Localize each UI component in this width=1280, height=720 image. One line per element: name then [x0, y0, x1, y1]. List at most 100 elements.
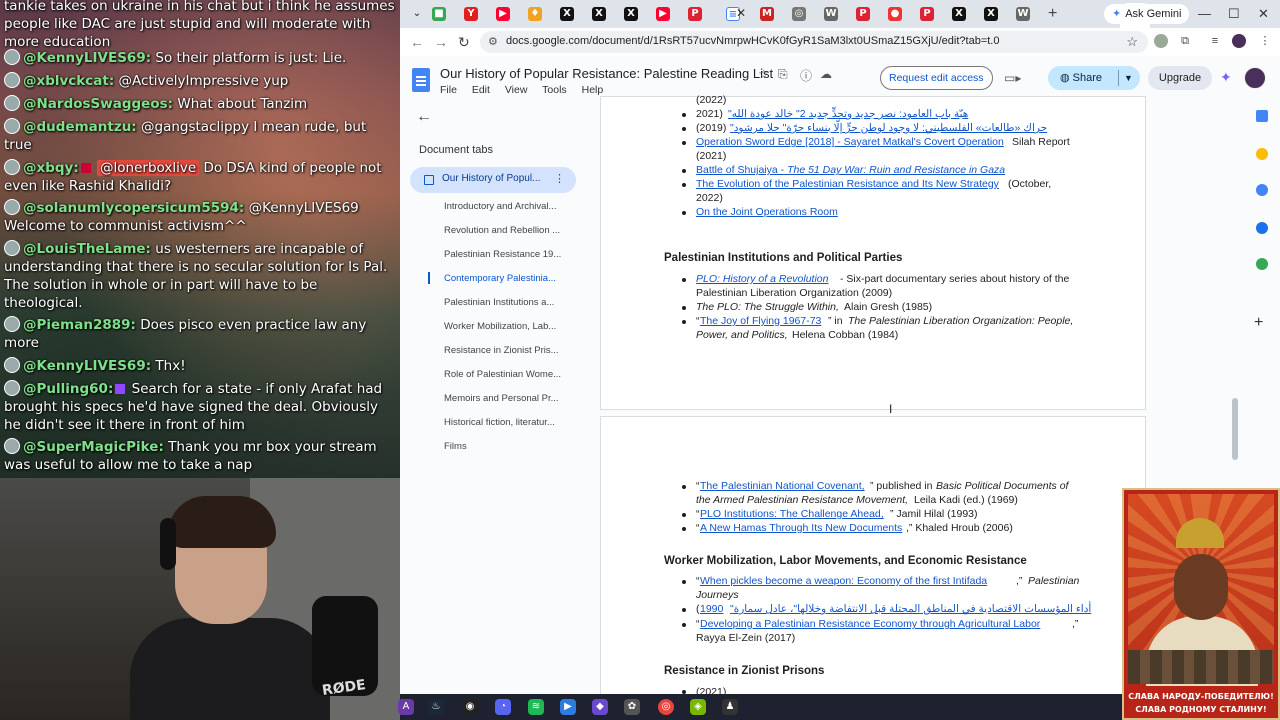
close-window-icon[interactable]: ✕ — [1258, 6, 1269, 22]
docs-logo-icon[interactable] — [412, 68, 430, 92]
address-bar[interactable]: ⚙ docs.google.com/document/d/1RsRT57ucvN… — [480, 31, 1148, 53]
subtab-revolution[interactable]: Revolution and Rebellion ... — [444, 225, 564, 236]
menu-edit[interactable]: Edit — [472, 84, 490, 96]
move-icon[interactable]: ⎘ — [778, 67, 788, 82]
site-info-icon[interactable]: ⚙ — [488, 35, 498, 48]
tab-icon[interactable]: ♦ — [528, 7, 542, 21]
upgrade-button[interactable]: Upgrade — [1148, 66, 1212, 90]
doc-link[interactable]: When pickles become a weapon: Economy of… — [700, 575, 987, 587]
menu-view[interactable]: View — [505, 84, 528, 96]
maps-icon[interactable] — [1256, 258, 1268, 270]
chrome-icon[interactable]: ◎ — [658, 699, 674, 715]
discord-icon[interactable]: ◔ — [495, 699, 511, 715]
doc-link[interactable]: Battle of Shujaiya - The 51 Day War: Rui… — [696, 164, 1005, 176]
taskbar-app-icon[interactable]: ▶ — [560, 699, 576, 715]
gemini-sparkle-icon[interactable]: ✦ — [1220, 69, 1232, 86]
share-button[interactable]: ◍ Share ▼ — [1048, 66, 1140, 90]
doc-link[interactable]: The Joy of Flying 1967-73 — [700, 315, 821, 327]
profile-avatar-icon[interactable] — [1232, 34, 1246, 48]
doc-link[interactable]: PLO: History of a Revolution — [696, 273, 828, 285]
tasks-icon[interactable] — [1256, 184, 1268, 196]
maximize-icon[interactable]: ☐ — [1228, 6, 1240, 22]
subtab-resistance-19[interactable]: Palestinian Resistance 19... — [444, 249, 564, 260]
close-tab-icon[interactable]: ✕ — [736, 6, 746, 20]
bookmark-star-icon[interactable]: ☆ — [1126, 34, 1138, 50]
x-tab-icon[interactable]: X — [624, 7, 638, 21]
minimize-icon[interactable]: — — [1198, 6, 1211, 21]
tab-icon[interactable]: P — [920, 7, 934, 21]
url-text[interactable]: docs.google.com/document/d/1RsRT57ucvNmr… — [506, 35, 1000, 47]
x-tab-icon[interactable]: X — [984, 7, 998, 21]
contacts-icon[interactable] — [1256, 222, 1268, 234]
star-icon[interactable]: ☆ — [758, 67, 769, 81]
document-title[interactable]: Our History of Popular Resistance: Pales… — [440, 66, 773, 81]
menu-tools[interactable]: Tools — [542, 84, 567, 96]
reload-icon[interactable]: ↻ — [458, 34, 470, 51]
add-addon-icon[interactable]: + — [1254, 314, 1263, 332]
subtab-fiction[interactable]: Historical fiction, literatur... — [444, 417, 564, 428]
doc-link[interactable]: Operation Sword Edge [2018] - Sayaret Ma… — [696, 136, 1004, 148]
subtab-films[interactable]: Films — [444, 441, 564, 452]
taskbar-app-icon[interactable]: ◆ — [592, 699, 608, 715]
subtab-prisons[interactable]: Resistance in Zionist Pris... — [444, 345, 564, 356]
doc-link[interactable]: On the Joint Operations Room — [696, 206, 838, 218]
tab-icon[interactable]: M — [760, 7, 774, 21]
nvidia-icon[interactable]: ◈ — [690, 699, 706, 715]
wordpress-tab-icon[interactable]: W — [824, 7, 838, 21]
taskbar-app-icon[interactable]: ✿ — [624, 699, 640, 715]
calendar-icon[interactable] — [1256, 110, 1268, 122]
doc-link[interactable]: "حراك «طالعات» الفلسطيني: لا وجود لوطن ح… — [730, 122, 1047, 134]
spotify-icon[interactable]: ≋ — [528, 699, 544, 715]
account-avatar[interactable] — [1244, 67, 1266, 89]
doc-link[interactable]: "أداء المؤسسات الاقتصادية في المناطق الم… — [730, 603, 1091, 615]
taskbar-app-icon[interactable]: A — [398, 699, 414, 715]
subtab-women[interactable]: Role of Palestinian Wome... — [444, 369, 564, 380]
keep-icon[interactable] — [1256, 148, 1268, 160]
extensions-icon[interactable]: ⧉ — [1178, 34, 1192, 48]
tab-icon[interactable]: ◎ — [792, 7, 806, 21]
more-options-icon[interactable]: ⋮ — [554, 172, 565, 185]
tab-icon[interactable]: P — [856, 7, 870, 21]
doc-link[interactable]: PLO Institutions: The Challenge Ahead, — [700, 508, 884, 520]
doc-link[interactable]: 1990 — [700, 603, 723, 615]
doc-link[interactable]: The Palestinian National Covenant, — [700, 480, 865, 492]
cloud-saved-icon[interactable]: ☁ — [820, 67, 832, 81]
reading-list-icon[interactable]: ≡ — [1208, 34, 1222, 48]
browser-menu-icon[interactable]: ⋮ — [1258, 34, 1272, 48]
vertical-scrollbar[interactable] — [1232, 398, 1238, 460]
tab-icon[interactable]: Y — [464, 7, 478, 21]
menu-file[interactable]: File — [440, 84, 457, 96]
taskbar-app-icon[interactable]: ♟ — [722, 699, 738, 715]
new-tab-icon[interactable]: + — [1048, 5, 1057, 23]
youtube-tab-icon[interactable]: ▶ — [656, 7, 670, 21]
youtube-tab-icon[interactable]: ▶ — [496, 7, 510, 21]
subtab-memoirs[interactable]: Memoirs and Personal Pr... — [444, 393, 564, 404]
subtab-institutions[interactable]: Palestinian Institutions a... — [444, 297, 564, 308]
tab-our-history[interactable]: Our History of Popul... ⋮ — [410, 167, 576, 193]
forward-icon[interactable]: → — [434, 34, 448, 50]
ask-gemini-button[interactable]: ✦ Ask Gemini — [1104, 4, 1190, 24]
back-icon[interactable]: ← — [410, 34, 424, 50]
doc-link[interactable]: Developing a Palestinian Resistance Econ… — [700, 618, 1040, 630]
x-tab-icon[interactable]: X — [560, 7, 574, 21]
subtab-introductory[interactable]: Introductory and Archival... — [444, 201, 564, 212]
doc-link[interactable]: A New Hamas Through Its New Documents — [700, 522, 902, 534]
tab-icon[interactable]: ● — [888, 7, 902, 21]
doc-link[interactable]: "هبّة باب العامود: نصر جديد وتحدٍّ جديد … — [728, 108, 968, 120]
extension-icon[interactable] — [1154, 34, 1168, 48]
x-tab-icon[interactable]: X — [592, 7, 606, 21]
x-tab-icon[interactable]: X — [952, 7, 966, 21]
chevron-down-icon[interactable]: ▼ — [1124, 66, 1133, 90]
link-part-italic[interactable]: The 51 Day War: Ruin and Resistance in G… — [787, 164, 1005, 176]
obs-icon[interactable]: ◉ — [462, 699, 478, 715]
subtab-contemporary[interactable]: Contemporary Palestinia... — [444, 273, 564, 284]
tab-icon[interactable]: P — [688, 7, 702, 21]
request-edit-access-button[interactable]: Request edit access — [880, 66, 993, 90]
meet-icon[interactable]: ▭▸ — [1004, 71, 1021, 85]
steam-icon[interactable]: ♨ — [428, 699, 444, 715]
wordpress-tab-icon[interactable]: W — [1016, 7, 1030, 21]
tab-menu-icon[interactable]: ⌄ — [410, 7, 424, 21]
doc-status-icon[interactable]: ⓘ — [800, 67, 812, 84]
back-arrow-icon[interactable]: ← — [416, 108, 432, 126]
doc-link[interactable]: The Evolution of the Palestinian Resista… — [696, 178, 999, 190]
